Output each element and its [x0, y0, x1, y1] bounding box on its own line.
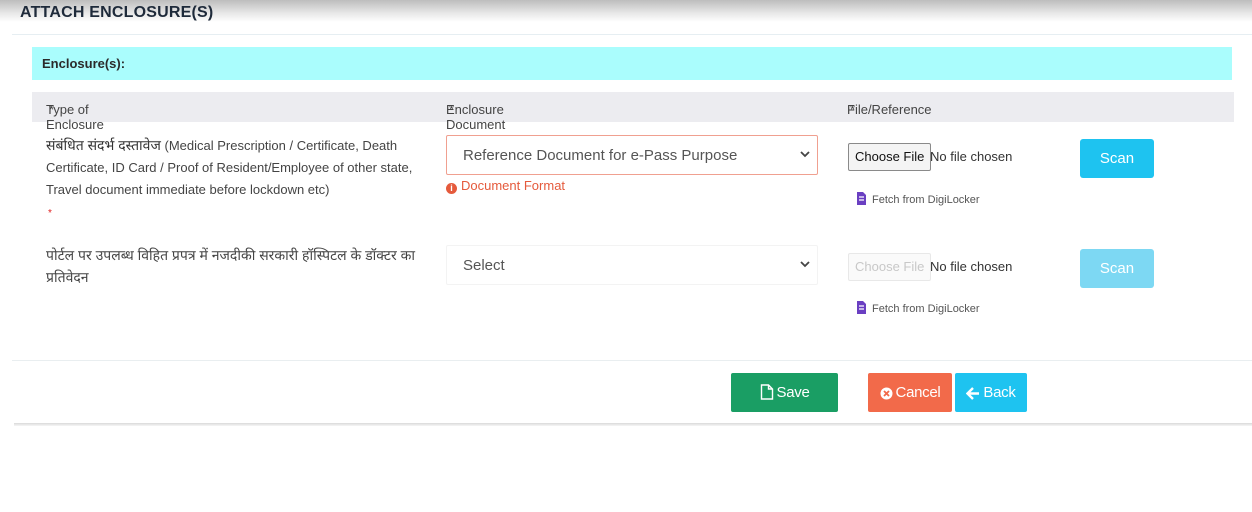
- section-label: Enclosure(s):: [42, 56, 126, 71]
- cancel-label: Cancel: [895, 384, 941, 401]
- fetch-label: Fetch from DigiLocker: [872, 303, 980, 315]
- required-mark: *: [49, 102, 55, 117]
- select-value: Select: [463, 257, 505, 274]
- digilocker-icon: [857, 192, 866, 205]
- choose-file-button[interactable]: Choose File: [848, 253, 932, 281]
- back-button[interactable]: Back: [955, 373, 1027, 412]
- required-mark: *: [449, 102, 455, 117]
- description-hindi: पोर्टल पर उपलब्ध विहित प्रपत्र में नजदीक…: [46, 247, 415, 263]
- enclosure-description: संबंधित संदर्भ दस्तावेज (Medical Prescri…: [46, 134, 436, 201]
- chevron-down-icon: [800, 261, 810, 268]
- title-divider: [12, 34, 1252, 35]
- file-icon: [760, 384, 773, 400]
- document-format-link[interactable]: i Document Format: [446, 178, 565, 194]
- description-hindi: प्रतिवेदन: [46, 269, 89, 285]
- section-header: Enclosure(s):: [32, 47, 1232, 80]
- description-text: (Medical Prescription / Certificate, Dea…: [164, 138, 398, 153]
- column-label: Type of Enclosure: [46, 102, 104, 132]
- enclosure-description: पोर्टल पर उपलब्ध विहित प्रपत्र में नजदीक…: [46, 244, 436, 288]
- document-format-label: Document Format: [461, 178, 566, 193]
- enclosure-document-select[interactable]: Reference Document for e-Pass Purpose: [446, 135, 818, 175]
- fetch-label: Fetch from DigiLocker: [872, 194, 980, 206]
- no-file-status: No file chosen: [930, 259, 1013, 274]
- table-header: Type of Enclosure * Enclosure Document * F…: [32, 92, 1234, 132]
- description-hindi: संबंधित संदर्भ दस्तावेज: [46, 137, 161, 153]
- save-annexure-button[interactable]: Save Annexure: [731, 373, 838, 440]
- info-icon: i: [446, 183, 457, 194]
- description-text: Travel document immediate before lockdow…: [46, 182, 330, 197]
- select-value: Reference Document for e-Pass Purpose: [463, 147, 738, 164]
- scan-button[interactable]: Scan: [1080, 249, 1154, 288]
- required-mark: *: [850, 102, 856, 117]
- column-label: Enclosure Document: [446, 102, 506, 132]
- arrow-left-icon: [966, 387, 980, 400]
- no-file-status: No file chosen: [930, 149, 1013, 164]
- description-text: Certificate, ID Card / Proof of Resident…: [46, 160, 413, 175]
- fetch-digilocker-link[interactable]: Fetch from DigiLocker: [855, 300, 980, 315]
- footer-divider: [12, 360, 1252, 361]
- column-label: File/Reference: [847, 102, 932, 117]
- choose-file-button[interactable]: Choose File: [848, 143, 932, 171]
- enclosure-document-select[interactable]: Select: [446, 245, 818, 285]
- required-mark: *: [48, 208, 52, 219]
- panel-shadow: [14, 423, 1252, 426]
- fetch-digilocker-link[interactable]: Fetch from DigiLocker: [855, 191, 980, 206]
- back-label: Back: [983, 384, 1016, 401]
- close-circle-icon: [880, 387, 893, 400]
- cancel-button[interactable]: Cancel: [868, 373, 952, 412]
- page-title: ATTACH ENCLOSURE(S): [20, 4, 214, 21]
- chevron-down-icon: [800, 151, 810, 158]
- scan-button[interactable]: Scan: [1080, 139, 1154, 178]
- digilocker-icon: [857, 301, 866, 314]
